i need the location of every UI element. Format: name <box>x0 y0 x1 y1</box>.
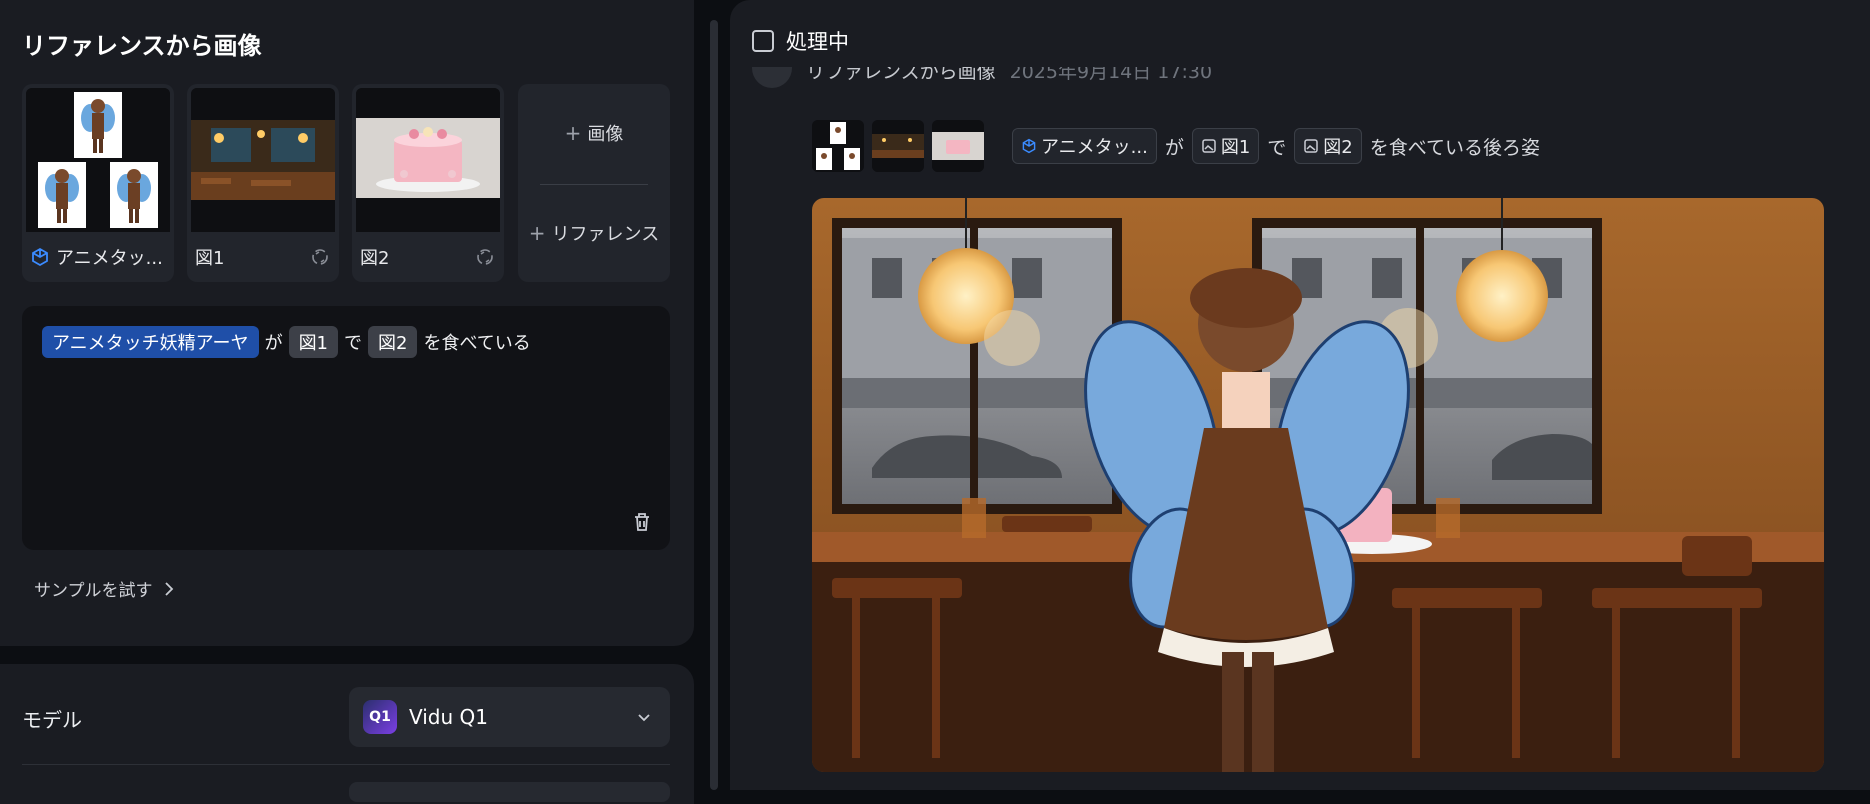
results-panel: 処理中 リファレンスから画像 2025年9月14日 17:30 アニメタッ...… <box>730 0 1870 790</box>
model-value: Vidu Q1 <box>409 705 488 729</box>
task-type-icon <box>752 66 792 88</box>
prompt-text: を食べている <box>423 333 531 354</box>
history-prompt-text: が <box>1164 136 1184 159</box>
add-divider <box>540 184 648 185</box>
try-sample-link[interactable]: サンプルを試す <box>34 576 175 601</box>
model-select[interactable]: Q1 Vidu Q1 <box>349 687 670 747</box>
chevron-right-icon <box>164 581 173 596</box>
history-character-tag[interactable]: アニメタッ... <box>1012 128 1157 164</box>
image-icon <box>1304 139 1319 153</box>
history-ref-thumb-cafe[interactable] <box>872 120 924 172</box>
processing-checkbox[interactable] <box>752 30 774 52</box>
settings-divider <box>22 764 670 765</box>
scrollbar[interactable] <box>710 20 718 790</box>
character-thumbnail <box>26 88 170 232</box>
history-ref-thumb-cake[interactable] <box>932 120 984 172</box>
vidu-logo-icon: Q1 <box>363 700 397 734</box>
generated-image[interactable] <box>812 198 1824 772</box>
plus-icon: + <box>528 221 546 245</box>
reference-label: 図1 <box>195 248 225 269</box>
reference-tile-character[interactable]: アニメタッ... <box>22 84 174 282</box>
left-panel: リファレンスから画像 アニメタッ... 図1 図2 + 画像 + リファレンス … <box>0 0 694 804</box>
add-reference-button[interactable]: + リファレンス <box>518 220 670 246</box>
trash-icon[interactable] <box>630 510 654 534</box>
swap-icon[interactable] <box>309 246 331 268</box>
prompt-text: で <box>344 333 363 354</box>
history-date: 2025年9月14日 17:30 <box>1009 66 1213 83</box>
image-icon <box>1202 139 1216 153</box>
prompt-text: が <box>264 333 283 354</box>
add-image-button[interactable]: + 画像 <box>518 120 670 146</box>
cube-icon <box>1022 138 1036 154</box>
history-prompt-text: を食べている後ろ姿 <box>1369 136 1540 159</box>
reference-label: アニメタッ... <box>56 248 163 269</box>
history-prompt-row: アニメタッ... が 図1 で 図2 を食べている後ろ姿 <box>812 120 1540 172</box>
swap-icon[interactable] <box>474 246 496 268</box>
next-setting-field[interactable] <box>349 782 670 802</box>
processing-label: 処理中 <box>786 30 849 54</box>
plus-icon: + <box>564 121 582 145</box>
reference-label: 図2 <box>360 248 390 269</box>
model-label: モデル <box>22 708 82 732</box>
cafe-thumbnail <box>191 88 335 232</box>
header-mask <box>730 66 1870 67</box>
history-prompt-text: で <box>1267 136 1287 159</box>
prompt-editor[interactable]: アニメタッチ妖精アーヤ が 図1 で 図2 を食べている <box>22 306 670 550</box>
prompt-fig1-chip[interactable]: 図1 <box>288 326 339 358</box>
history-fig1-tag[interactable]: 図1 <box>1191 128 1260 164</box>
add-tile: + 画像 + リファレンス <box>518 84 670 282</box>
prompt-fig2-chip[interactable]: 図2 <box>368 326 418 358</box>
cube-icon <box>32 247 48 267</box>
reference-tile-fig1[interactable]: 図1 <box>187 84 339 282</box>
history-header: リファレンスから画像 2025年9月14日 17:30 <box>752 66 1212 88</box>
cake-thumbnail <box>356 88 500 232</box>
history-title: リファレンスから画像 <box>806 66 996 83</box>
reference-card: リファレンスから画像 アニメタッ... 図1 図2 + 画像 + リファレンス … <box>0 0 694 646</box>
reference-tile-fig2[interactable]: 図2 <box>352 84 504 282</box>
chevron-down-icon <box>638 714 650 722</box>
prompt-character-chip[interactable]: アニメタッチ妖精アーヤ <box>42 326 259 358</box>
panel-title: リファレンスから画像 <box>22 32 262 60</box>
processing-filter[interactable]: 処理中 <box>752 26 849 56</box>
history-fig2-tag[interactable]: 図2 <box>1294 128 1362 164</box>
history-ref-thumb-character[interactable] <box>812 120 864 172</box>
